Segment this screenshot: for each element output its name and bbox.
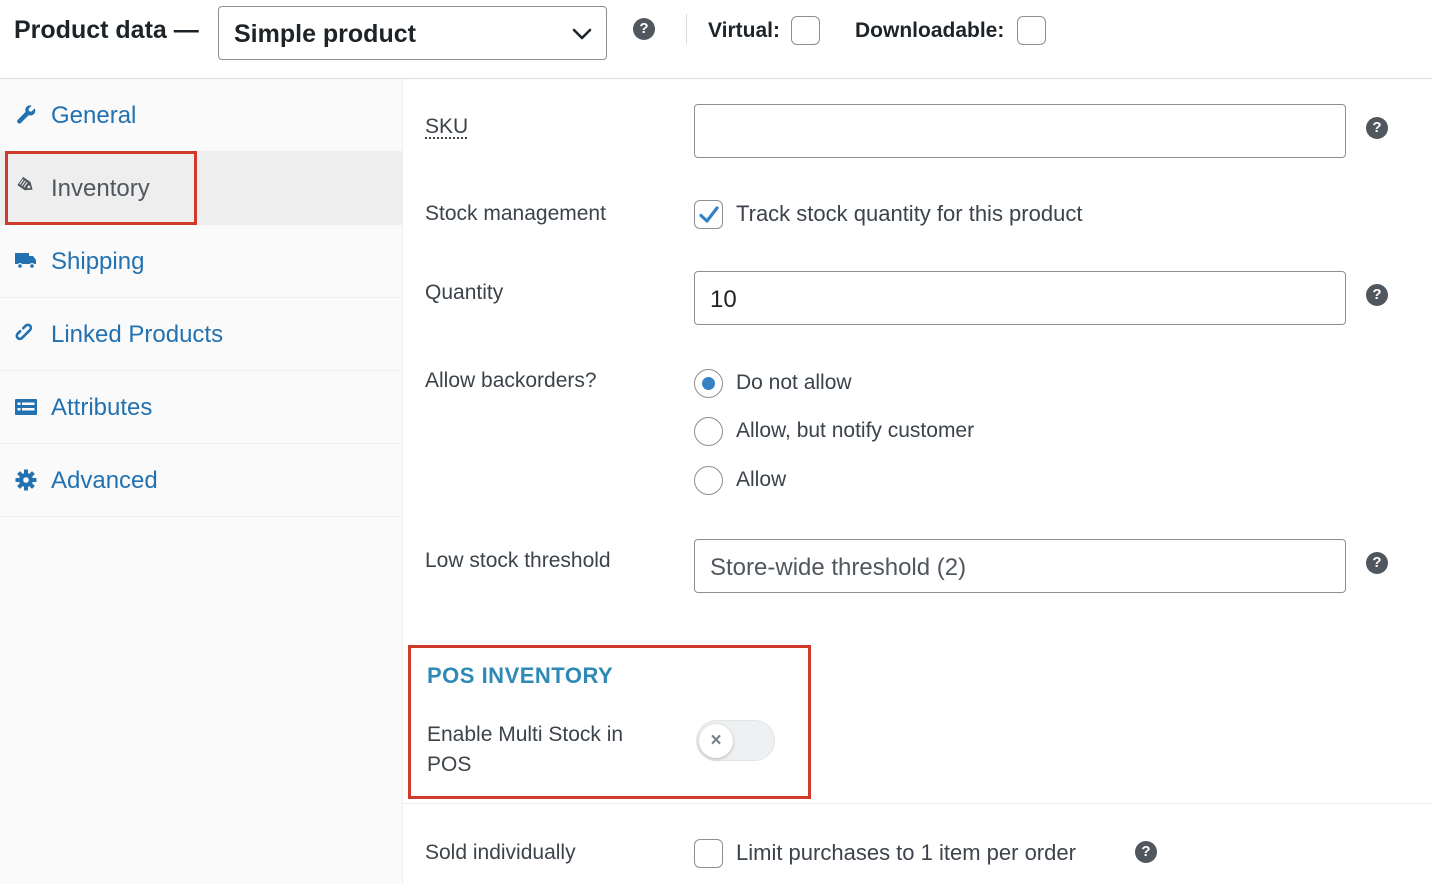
pos-inventory-title: POS INVENTORY <box>427 663 614 688</box>
downloadable-label: Downloadable: <box>855 19 1005 42</box>
limit-purchases-label: Limit purchases to 1 item per order <box>736 840 1076 865</box>
truck-icon <box>15 253 36 270</box>
section-divider <box>403 803 1432 804</box>
tag-icon <box>17 176 33 191</box>
toggle-knob: × <box>699 724 733 758</box>
product-type-help-icon[interactable]: ? <box>633 18 655 40</box>
backorders-label: Allow backorders? <box>425 369 597 392</box>
tab-inventory-label: Inventory <box>51 175 150 202</box>
chevron-down-icon <box>572 28 592 40</box>
sku-input[interactable] <box>694 104 1346 158</box>
tab-advanced-label: Advanced <box>51 467 158 494</box>
product-data-tabs: General Inventory Shipping Linked Produc… <box>0 79 403 884</box>
limit-purchases-checkbox[interactable] <box>694 839 723 868</box>
low-stock-placeholder: Store-wide threshold (2) <box>710 554 967 581</box>
tab-attributes[interactable]: Attributes <box>0 371 402 444</box>
virtual-label: Virtual: <box>708 19 780 42</box>
quantity-value: 10 <box>710 286 737 313</box>
sku-help-icon[interactable]: ? <box>1366 117 1388 139</box>
tab-linked-products[interactable]: Linked Products <box>0 298 402 371</box>
multi-stock-label: Enable Multi Stock in POS <box>427 723 624 776</box>
sold-individually-label: Sold individually <box>425 841 576 864</box>
wrench-icon <box>17 105 36 124</box>
product-data-header: Product data — Simple product ? Virtual:… <box>0 0 1432 79</box>
track-stock-checkbox[interactable] <box>694 200 723 229</box>
stock-management-label: Stock management <box>425 202 606 225</box>
backorder-option-notify: Allow, but notify customer <box>736 419 975 442</box>
close-icon: × <box>710 730 722 751</box>
backorder-radio-allow[interactable] <box>694 466 723 495</box>
quantity-label: Quantity <box>425 281 504 304</box>
inventory-panel: SKU ? Stock management Track stock quant… <box>403 79 1432 884</box>
backorder-radio-notify[interactable] <box>694 417 723 446</box>
product-type-value: Simple product <box>234 20 416 48</box>
product-data-title: Product data — <box>14 16 199 44</box>
tab-inventory[interactable]: Inventory <box>0 152 402 225</box>
backorder-radio-do-not-allow[interactable] <box>694 369 723 398</box>
sku-label: SKU <box>425 115 469 138</box>
backorder-option-do-not-allow: Do not allow <box>736 371 852 394</box>
tab-shipping[interactable]: Shipping <box>0 225 402 298</box>
low-stock-label: Low stock threshold <box>425 549 611 572</box>
quantity-input[interactable]: 10 <box>694 271 1346 325</box>
multi-stock-toggle[interactable]: × <box>696 720 775 761</box>
tab-advanced[interactable]: Advanced <box>0 444 402 517</box>
list-icon <box>15 399 37 415</box>
tab-attributes-label: Attributes <box>51 394 153 421</box>
checkmark-icon <box>699 206 719 223</box>
track-stock-label: Track stock quantity for this product <box>736 201 1083 226</box>
sold-individually-help-icon[interactable]: ? <box>1135 841 1157 863</box>
link-icon <box>15 323 33 341</box>
tab-shipping-label: Shipping <box>51 248 145 275</box>
backorder-option-allow: Allow <box>736 468 787 491</box>
tab-linked-products-label: Linked Products <box>51 321 224 348</box>
virtual-checkbox[interactable] <box>791 16 820 45</box>
quantity-help-icon[interactable]: ? <box>1366 284 1388 306</box>
tab-general[interactable]: General <box>0 79 402 152</box>
gear-icon <box>15 469 37 491</box>
low-stock-help-icon[interactable]: ? <box>1366 552 1388 574</box>
low-stock-input[interactable]: Store-wide threshold (2) <box>694 539 1346 593</box>
tab-general-label: General <box>51 102 137 129</box>
product-type-select[interactable]: Simple product <box>218 6 607 60</box>
downloadable-checkbox[interactable] <box>1017 16 1046 45</box>
header-divider <box>686 14 687 44</box>
